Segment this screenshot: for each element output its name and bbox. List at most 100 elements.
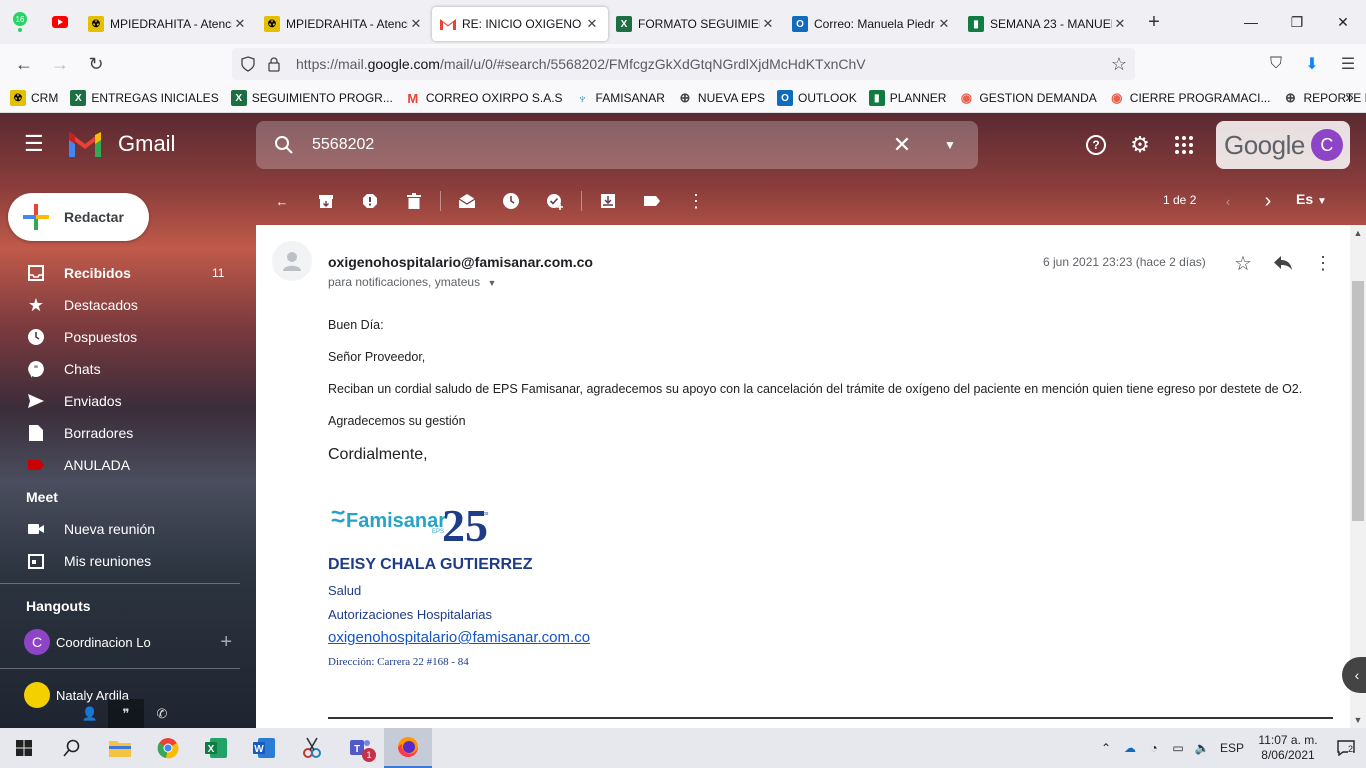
account-avatar[interactable]: C: [1310, 129, 1343, 161]
settings-gear-icon[interactable]: ⚙: [1122, 129, 1158, 161]
message-scrollbar[interactable]: ▲ ▼: [1350, 225, 1366, 728]
help-icon[interactable]: ?: [1078, 129, 1114, 161]
meet-new-meeting[interactable]: Nueva reunión: [0, 513, 256, 545]
caret-down-icon[interactable]: ▼: [487, 278, 496, 288]
onedrive-cloud-icon[interactable]: ☁: [1118, 741, 1142, 755]
search-icon[interactable]: [256, 135, 312, 155]
search-icon[interactable]: [48, 728, 96, 768]
snooze-icon[interactable]: [489, 181, 533, 221]
bookmark-gestion[interactable]: ◉ GESTION DEMANDA: [958, 90, 1097, 106]
bookmark-crm[interactable]: ☢ CRM: [10, 90, 58, 106]
lock-icon[interactable]: [266, 56, 282, 72]
pinned-tab-whatsapp[interactable]: 16: [0, 0, 40, 44]
restore-icon[interactable]: ❐: [1274, 0, 1320, 44]
sidebar-item-chats[interactable]: " Chats: [0, 353, 256, 385]
add-contact-icon[interactable]: +: [220, 631, 232, 654]
sidebar-item-enviados[interactable]: Enviados: [0, 385, 256, 417]
browser-tab[interactable]: ☢ MPIEDRAHITA - Atenci ✕: [256, 7, 432, 41]
newer-chevron-icon[interactable]: ‹: [1216, 189, 1240, 213]
chevron-up-icon[interactable]: ⌃: [1094, 741, 1118, 755]
meet-my-meetings[interactable]: Mis reuniones: [0, 545, 256, 577]
input-tools-button[interactable]: Es ▼: [1296, 191, 1327, 207]
gmail-logo[interactable]: Gmail: [66, 129, 175, 159]
pocket-icon[interactable]: ⛉: [1258, 48, 1294, 80]
chrome-icon[interactable]: [144, 728, 192, 768]
clear-search-icon[interactable]: ✕: [882, 132, 922, 158]
close-tab-icon[interactable]: ✕: [408, 16, 424, 32]
older-chevron-icon[interactable]: ›: [1256, 189, 1280, 213]
reply-icon[interactable]: [1271, 251, 1295, 275]
browser-tab[interactable]: O Correo: Manuela Piedr ✕: [784, 7, 960, 41]
scroll-up-icon[interactable]: ▲: [1350, 228, 1366, 238]
input-language-indicator[interactable]: ESP: [1214, 741, 1250, 755]
bookmark-outlook[interactable]: O OUTLOOK: [777, 90, 857, 106]
bookmark-famisanar[interactable]: ♆ FAMISANAR: [575, 90, 665, 106]
mark-unread-icon[interactable]: [445, 181, 489, 221]
add-task-icon[interactable]: [533, 181, 577, 221]
excel-icon[interactable]: X: [192, 728, 240, 768]
label-tag-icon[interactable]: [630, 181, 674, 221]
bookmark-seguimiento[interactable]: X SEGUIMIENTO PROGR...: [230, 90, 393, 106]
search-input[interactable]: [312, 136, 882, 154]
battery-icon[interactable]: ▭: [1166, 741, 1190, 755]
close-tab-icon[interactable]: ✕: [1112, 16, 1128, 32]
apps-grid-icon[interactable]: [1166, 129, 1202, 161]
hangouts-chat-icon[interactable]: ❞: [108, 699, 144, 728]
close-tab-icon[interactable]: ✕: [584, 16, 600, 32]
hangouts-contact[interactable]: C Coordinacion Lo +: [0, 622, 256, 662]
windows-start-icon[interactable]: [0, 728, 48, 768]
sidebar-item-anulada[interactable]: ANULADA: [0, 449, 256, 481]
scrollbar-thumb[interactable]: [1352, 281, 1364, 521]
more-vert-icon[interactable]: ⋮: [674, 181, 718, 221]
firefox-icon[interactable]: [384, 728, 432, 768]
menu-icon[interactable]: ☰: [1330, 48, 1366, 80]
scroll-down-icon[interactable]: ▼: [1350, 715, 1366, 725]
clock[interactable]: 11:07 a. m. 8/06/2021: [1250, 733, 1326, 763]
snipping-tool-icon[interactable]: [288, 728, 336, 768]
close-tab-icon[interactable]: ✕: [760, 16, 776, 32]
main-menu-icon[interactable]: ☰: [24, 133, 48, 157]
url-text[interactable]: https://mail.google.com/mail/u/0/#search…: [296, 56, 866, 72]
phone-icon[interactable]: ✆: [144, 699, 180, 728]
pinned-tab-youtube[interactable]: [40, 0, 80, 44]
back-to-list-icon[interactable]: ←: [260, 181, 304, 221]
url-bar[interactable]: https://mail.google.com/mail/u/0/#search…: [232, 48, 1135, 80]
bookmark-star-icon[interactable]: ☆: [1111, 54, 1127, 75]
sidebar-item-recibidos[interactable]: Recibidos 11: [0, 257, 256, 289]
report-spam-icon[interactable]: [348, 181, 392, 221]
teams-icon[interactable]: T1: [336, 728, 384, 768]
sidebar-item-pospuestos[interactable]: Pospuestos: [0, 321, 256, 353]
bookmark-cierre[interactable]: ◉ CIERRE PROGRAMACI...: [1109, 90, 1270, 106]
more-vert-icon[interactable]: ⋮: [1311, 251, 1335, 275]
search-options-icon[interactable]: ▼: [922, 138, 978, 152]
bookmark-entregas[interactable]: X ENTREGAS INICIALES: [70, 90, 219, 106]
shield-icon[interactable]: [240, 56, 256, 72]
recipients[interactable]: para notificaciones, ymateus ▼: [328, 275, 496, 289]
browser-tab[interactable]: ☢ MPIEDRAHITA - Atenci ✕: [80, 7, 256, 41]
delete-icon[interactable]: [392, 181, 436, 221]
bookmark-planner[interactable]: ▮ PLANNER: [868, 90, 946, 106]
sidebar-item-borradores[interactable]: Borradores: [0, 417, 256, 449]
google-account-button[interactable]: Google C: [1216, 121, 1350, 169]
compose-button[interactable]: Redactar: [8, 193, 149, 241]
sidebar-item-destacados[interactable]: ★ Destacados: [0, 289, 256, 321]
volume-icon[interactable]: 🔈: [1190, 741, 1214, 755]
new-tab-button[interactable]: +: [1136, 11, 1172, 34]
forward-arrow-icon[interactable]: →: [42, 48, 78, 80]
download-icon[interactable]: ⬇: [1294, 48, 1330, 80]
archive-icon[interactable]: [304, 181, 348, 221]
browser-tab[interactable]: X FORMATO SEGUIMIEN ✕: [608, 7, 784, 41]
signature-email-link[interactable]: oxigenohospitalario@famisanar.com.co: [328, 627, 1328, 649]
sender-email[interactable]: oxigenohospitalario@famisanar.com.co: [328, 254, 593, 270]
reload-icon[interactable]: ↻: [78, 48, 114, 80]
word-icon[interactable]: W: [240, 728, 288, 768]
person-icon[interactable]: 👤: [72, 699, 108, 728]
wifi-icon[interactable]: ◔: [1142, 741, 1166, 755]
browser-tab[interactable]: ▮ SEMANA 23 - MANUEL ✕: [960, 7, 1136, 41]
back-arrow-icon[interactable]: ←: [6, 48, 42, 80]
minimize-icon[interactable]: —: [1228, 0, 1274, 44]
browser-tab-active[interactable]: RE: INICIO OXIGENO D ✕: [432, 7, 608, 41]
close-tab-icon[interactable]: ✕: [936, 16, 952, 32]
close-tab-icon[interactable]: ✕: [232, 16, 248, 32]
bookmark-nueva-eps[interactable]: ⊕ NUEVA EPS: [677, 90, 765, 106]
